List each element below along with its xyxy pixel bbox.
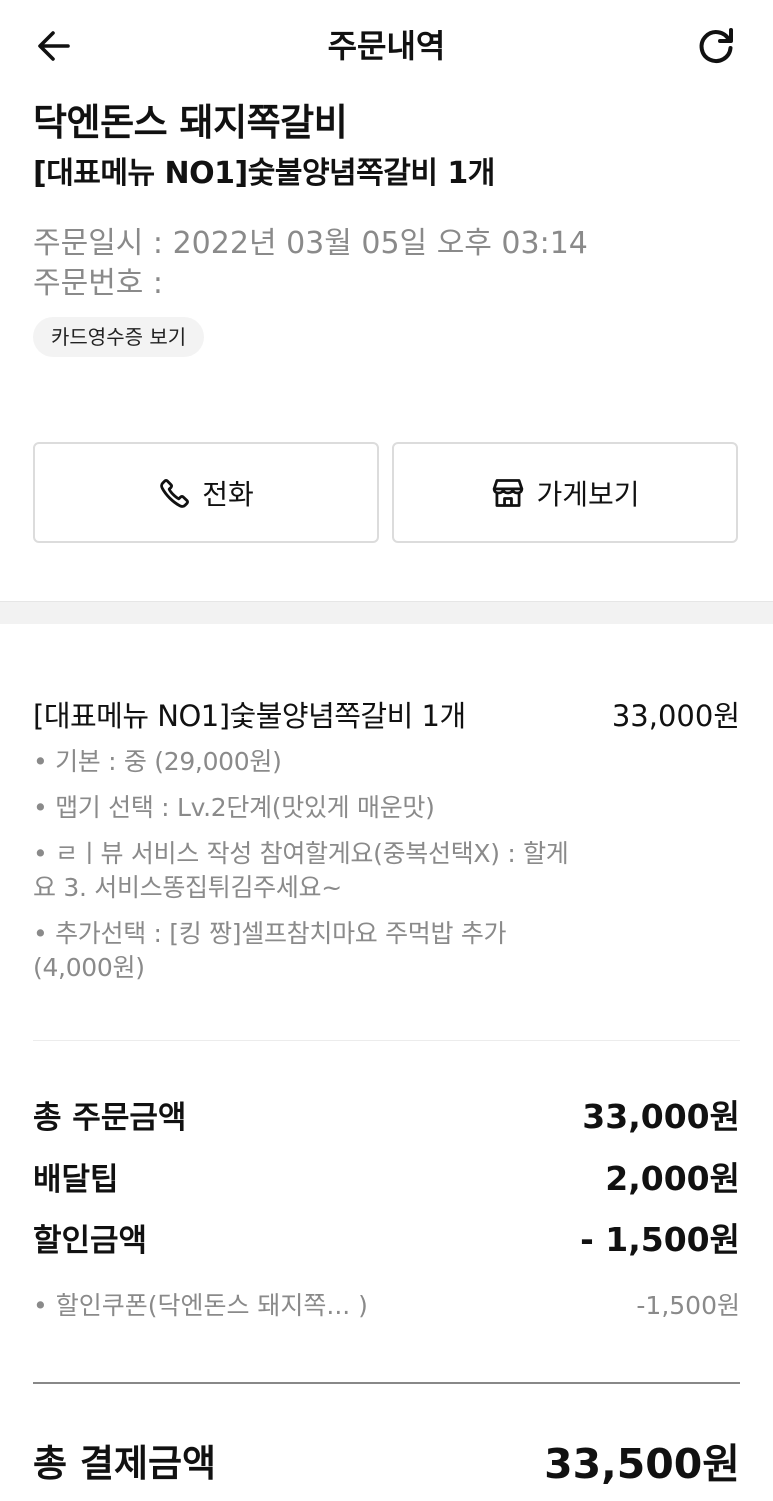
- option-spice-level: • 맵기 선택 : Lv.2단계(맛있게 매운맛): [33, 793, 435, 822]
- coupon-label: • 할인쿠폰(닥엔돈스 돼지쪽... ): [33, 1291, 368, 1320]
- order-meta: 주문일시 : 2022년 03월 05일 오후 03:14 주문번호 :: [33, 224, 588, 304]
- order-date-value: 2022년 03월 05일 오후 03:14: [172, 226, 588, 261]
- store-name: 닥엔돈스 돼지쪽갈비: [33, 101, 348, 144]
- coupon-value: -1,500원: [636, 1291, 740, 1320]
- delivery-tip-row: 배달팁 2,000원: [33, 1151, 740, 1201]
- option-review-service: • ㄹㅣ뷰 서비스 작성 참여할게요(중복선택X) : 할게요 3. 서비스똥집…: [33, 839, 569, 902]
- card-receipt-button[interactable]: 카드영수증 보기: [33, 317, 205, 357]
- order-number-row: 주문번호 :: [33, 264, 588, 304]
- phone-icon: [158, 476, 192, 510]
- discount-row: 할인금액 - 1,500원: [33, 1212, 740, 1262]
- total-payment-value: 33,500원: [544, 1440, 740, 1488]
- delivery-tip-label: 배달팁: [33, 1161, 119, 1198]
- total-payment-row: 총 결제금액 33,500원: [33, 1428, 740, 1492]
- storefront-icon: [490, 476, 526, 510]
- order-date-row: 주문일시 : 2022년 03월 05일 오후 03:14: [33, 224, 588, 264]
- order-item-price: 33,000원: [611, 699, 740, 733]
- order-date-label: 주문일시 :: [33, 226, 164, 261]
- divider: [33, 1040, 740, 1041]
- call-label: 전화: [202, 477, 254, 511]
- total-order-value: 33,000원: [582, 1097, 740, 1136]
- representative-menu: [대표메뉴 NO1]숯불양념쪽갈비 1개: [33, 156, 495, 191]
- call-button[interactable]: 전화: [33, 442, 379, 543]
- discount-label: 할인금액: [33, 1222, 148, 1259]
- order-item-options: • 기본 : 중 (29,000원) • 맵기 선택 : Lv.2단계(맛있게 …: [33, 745, 573, 997]
- delivery-tip-value: 2,000원: [605, 1159, 740, 1198]
- total-order-row: 총 주문금액 33,000원: [33, 1089, 740, 1139]
- divider-strong: [33, 1382, 740, 1384]
- top-app-bar: 주문내역: [0, 0, 773, 92]
- discount-value: - 1,500원: [580, 1220, 740, 1259]
- option-extra: • 추가선택 : [킹 짱]셀프참치마요 주먹밥 추가 (4,000원): [33, 919, 507, 982]
- coupon-row: • 할인쿠폰(닥엔돈스 돼지쪽... ) -1,500원: [33, 1284, 740, 1324]
- refresh-icon: [699, 28, 733, 64]
- section-divider: [0, 601, 773, 624]
- refresh-button[interactable]: [692, 22, 740, 70]
- total-payment-label: 총 결제금액: [33, 1442, 217, 1485]
- order-item-name: [대표메뉴 NO1]숯불양념쪽갈비 1개: [33, 699, 466, 733]
- view-store-button[interactable]: 가게보기: [392, 442, 738, 543]
- total-order-label: 총 주문금액: [33, 1099, 187, 1136]
- order-number-label: 주문번호 :: [33, 266, 164, 301]
- page-title: 주문내역: [327, 27, 446, 65]
- option-base: • 기본 : 중 (29,000원): [33, 747, 282, 776]
- view-store-label: 가게보기: [536, 477, 640, 511]
